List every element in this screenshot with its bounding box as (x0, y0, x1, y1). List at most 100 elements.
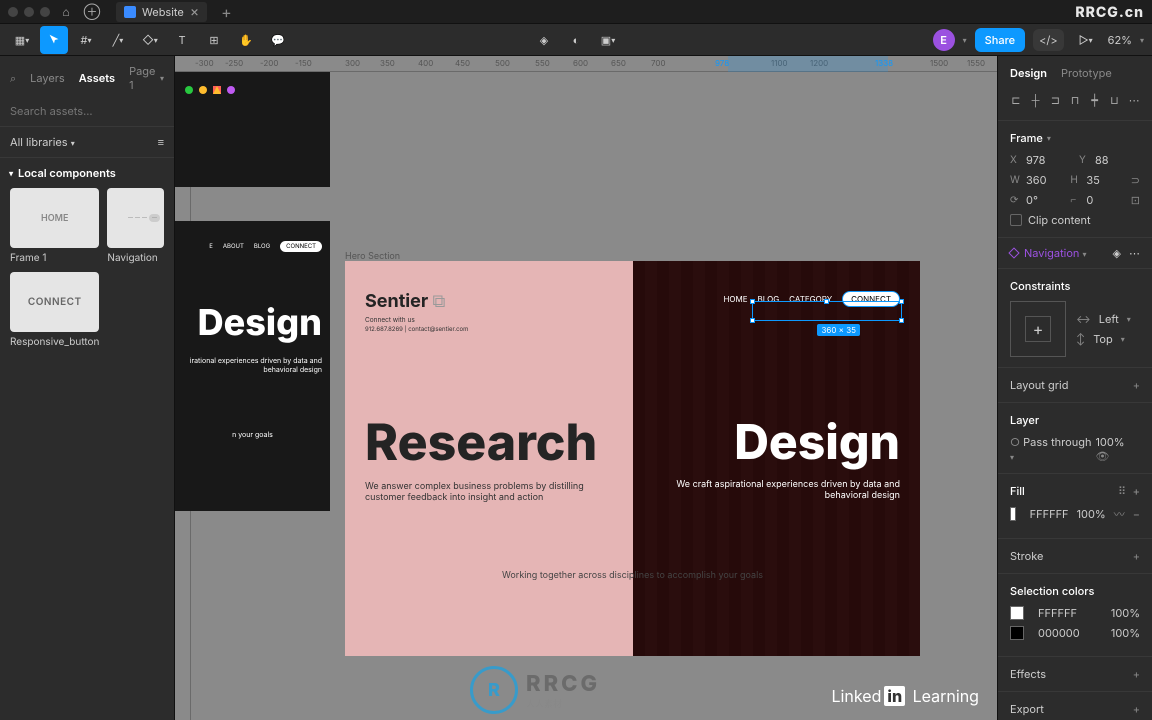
asset-search: ▭ (0, 100, 174, 127)
more-icon[interactable]: ⋯ (1129, 246, 1140, 260)
eye-icon[interactable]: 👁 (1095, 449, 1109, 463)
tab-website[interactable]: Website × (116, 2, 207, 22)
frame-title[interactable]: Frame ▾ (1010, 131, 1140, 145)
titlebar: ⌂ ⊕ Website × + RRCG.cn (0, 0, 1152, 24)
home-icon[interactable]: ⌂ (56, 2, 76, 22)
clip-content[interactable]: Clip content (1010, 213, 1140, 227)
rp-tabs: Design Prototype (998, 56, 1152, 86)
constraint-h[interactable]: Left (1099, 312, 1119, 326)
swap-icon[interactable]: ◈ (1113, 246, 1121, 260)
new-tab-button[interactable]: + (221, 2, 232, 22)
selcolor-swatch-2[interactable] (1010, 626, 1024, 640)
frame-h[interactable]: 35 (1086, 173, 1099, 187)
align-vcenter-icon[interactable]: ┿ (1087, 90, 1103, 110)
frame-rad[interactable]: 0 (1086, 193, 1093, 207)
local-components-header[interactable]: Local components (0, 158, 174, 188)
add-grid-icon[interactable]: + (1133, 378, 1140, 392)
blend-mode[interactable]: Pass through (1023, 435, 1091, 449)
navigation-instance[interactable]: Navigation ▾ ◈⋯ (998, 238, 1152, 269)
align-bottom-icon[interactable]: ⊔ (1107, 90, 1123, 110)
component-icon[interactable]: ◈ (530, 26, 558, 54)
align-left-icon[interactable]: ⊏ (1008, 90, 1024, 110)
brand-sub: Connect with us (365, 316, 613, 324)
thumb-nav-label: Navigation (107, 252, 164, 264)
fill-swatch[interactable] (1010, 507, 1016, 521)
canvas-frame-dark[interactable]: E ABOUT BLOG CONNECT Design irational ex… (175, 221, 330, 511)
list-icon[interactable]: ≡ (158, 135, 164, 149)
thumb-connect[interactable]: CONNECT Responsive_button (10, 272, 99, 348)
comment-tool[interactable]: 💬 (264, 26, 292, 54)
search-icon[interactable]: ⌕ (10, 71, 16, 86)
search-input[interactable] (10, 104, 181, 118)
resources-tool[interactable]: ⊞ (200, 26, 228, 54)
align-more-icon[interactable]: ⋯ (1126, 90, 1142, 110)
layer-opacity[interactable]: 100% (1095, 435, 1124, 449)
add-fill-icon[interactable]: + (1133, 484, 1140, 498)
frame-x[interactable]: 978 (1026, 153, 1045, 167)
zoom-chevron-icon[interactable]: ▾ (1140, 35, 1144, 45)
frame-w[interactable]: 360 (1026, 173, 1047, 187)
close-icon[interactable]: × (190, 5, 199, 19)
left-tabs: ⌕ Layers Assets Page 1▾ (0, 56, 174, 100)
text-tool[interactable]: T (168, 26, 196, 54)
add-stroke-icon[interactable]: + (1133, 549, 1140, 563)
effects-section: Effects + (998, 657, 1152, 692)
thumb-nav-img: ———— (107, 188, 164, 248)
link-dims-icon[interactable]: ⊃ (1131, 173, 1140, 187)
toolbar-right: E ▾ Share </> ▷▾ 62% ▾ (933, 26, 1144, 54)
canvas-frame-header[interactable] (175, 72, 330, 187)
thumb-frame1[interactable]: HOME Frame 1 (10, 188, 99, 264)
menu-icon[interactable]: ▦▾ (8, 26, 36, 54)
corners-icon[interactable]: ⊡ (1131, 193, 1140, 207)
avatar-chevron-icon[interactable]: ▾ (963, 35, 967, 45)
boolean-icon[interactable]: ▣▾ (594, 26, 622, 54)
zoom-level[interactable]: 62% (1108, 33, 1132, 47)
globe-icon[interactable]: ⊕ (82, 2, 102, 22)
fill-opacity[interactable]: 100% (1077, 507, 1106, 521)
frame-tool[interactable]: #▾ (72, 26, 100, 54)
align-right-icon[interactable]: ⊐ (1047, 90, 1063, 110)
move-tool[interactable] (40, 26, 68, 54)
tab-layers[interactable]: Layers (30, 71, 65, 85)
tab-design[interactable]: Design (1010, 66, 1047, 80)
all-libraries[interactable]: All libraries ▾ ≡ (0, 127, 174, 158)
ruler-selection (728, 56, 888, 72)
frame-design-sub: irational experiences driven by data and… (183, 356, 322, 374)
frame-y[interactable]: 88 (1095, 153, 1109, 167)
constraint-v[interactable]: Top (1093, 332, 1113, 346)
watermark-sub: 人人素材 (526, 697, 600, 710)
frame-section: Frame ▾ X978 Y88 W360 H35 ⊃ ⟳0° ⌐0 ⊡ Cli… (998, 121, 1152, 238)
shape-tool[interactable]: ◇▾ (136, 26, 164, 54)
share-button[interactable]: Share (975, 28, 1025, 52)
add-effect-icon[interactable]: + (1133, 667, 1140, 681)
thumb-navigation[interactable]: ———— Navigation (107, 188, 164, 264)
canvas[interactable]: -300 -250 -200 -150 300 350 400 450 500 … (175, 56, 997, 720)
align-top-icon[interactable]: ⊓ (1067, 90, 1083, 110)
watermark-text: RRCG (526, 671, 600, 697)
constraint-widget[interactable]: + (1010, 301, 1066, 357)
tab-assets[interactable]: Assets (79, 71, 115, 85)
frame-rot[interactable]: 0° (1026, 193, 1038, 207)
watermark-top: RRCG.cn (1075, 4, 1144, 21)
add-export-icon[interactable]: + (1133, 702, 1140, 716)
page-selector[interactable]: Page 1▾ (129, 64, 164, 92)
hand-tool[interactable]: ✋ (232, 26, 260, 54)
linkedin-learning: Linkedin Learning (831, 686, 979, 706)
selcolor-swatch-1[interactable] (1010, 606, 1024, 620)
fill-title: Fill⠿+ (1010, 484, 1140, 498)
fill-visible-icon[interactable]: 〰 (1114, 506, 1125, 522)
tab-prototype[interactable]: Prototype (1061, 66, 1112, 80)
mask-icon[interactable]: ◐ (562, 26, 590, 54)
hero-frame[interactable]: Sentier ⧉ Connect with us 912.687.8269 |… (345, 261, 920, 656)
tab-title: Website (142, 5, 184, 19)
align-hcenter-icon[interactable]: ┼ (1028, 90, 1044, 110)
present-icon[interactable]: ▷▾ (1072, 26, 1100, 54)
research-sub: We answer complex business problems by d… (365, 481, 585, 503)
devmode-button[interactable]: </> (1033, 29, 1064, 51)
styles-icon[interactable]: ⠿ (1118, 484, 1126, 498)
fill-remove-icon[interactable]: − (1133, 507, 1140, 521)
research-heading: Research (365, 413, 613, 473)
pen-tool[interactable]: ╱▾ (104, 26, 132, 54)
avatar[interactable]: E (933, 29, 955, 51)
fill-hex[interactable]: FFFFFF (1030, 507, 1069, 521)
